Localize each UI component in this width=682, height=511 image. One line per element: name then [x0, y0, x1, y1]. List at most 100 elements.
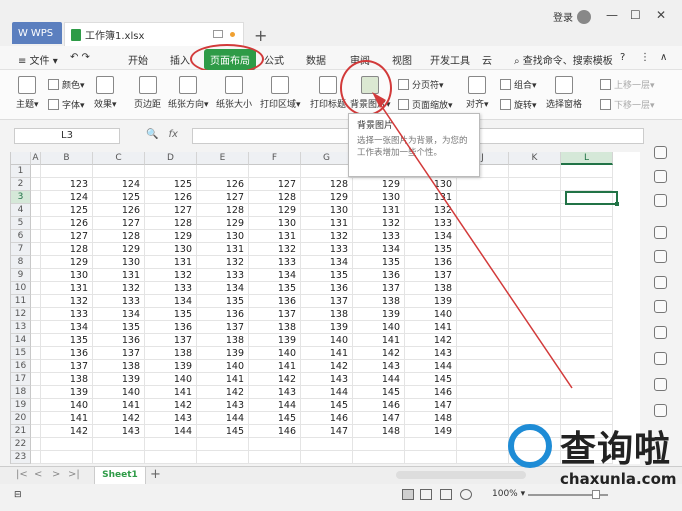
- cell-l4[interactable]: [561, 204, 613, 217]
- cell-f3[interactable]: 128: [249, 191, 301, 204]
- column-header-k[interactable]: K: [509, 152, 561, 165]
- cell-f5[interactable]: 130: [249, 217, 301, 230]
- cell-e16[interactable]: 140: [197, 360, 249, 373]
- cell-c11[interactable]: 133: [93, 295, 145, 308]
- cell-c17[interactable]: 139: [93, 373, 145, 386]
- wps-home-tab[interactable]: W WPS: [12, 22, 62, 44]
- cell-c14[interactable]: 136: [93, 334, 145, 347]
- tab-data[interactable]: 数据: [306, 52, 326, 67]
- cell-h11[interactable]: 138: [353, 295, 405, 308]
- tab-developer[interactable]: 开发工具: [430, 52, 470, 67]
- cell-a3[interactable]: [31, 191, 41, 204]
- cell-c3[interactable]: 125: [93, 191, 145, 204]
- row-header-16[interactable]: 16: [11, 360, 31, 373]
- cell-k13[interactable]: [509, 321, 561, 334]
- row-header-6[interactable]: 6: [11, 230, 31, 243]
- cell-f16[interactable]: 141: [249, 360, 301, 373]
- cell-l10[interactable]: [561, 282, 613, 295]
- cell-a20[interactable]: [31, 412, 41, 425]
- cell-h7[interactable]: 134: [353, 243, 405, 256]
- cell-j3[interactable]: [457, 191, 509, 204]
- row-header-21[interactable]: 21: [11, 425, 31, 438]
- cell-f10[interactable]: 135: [249, 282, 301, 295]
- cell-j22[interactable]: [457, 438, 509, 451]
- cell-d10[interactable]: 133: [145, 282, 197, 295]
- row-header-3[interactable]: 3: [11, 191, 31, 204]
- cell-j4[interactable]: [457, 204, 509, 217]
- cell-a6[interactable]: [31, 230, 41, 243]
- tab-cloud[interactable]: 云: [482, 52, 492, 67]
- cell-d4[interactable]: 127: [145, 204, 197, 217]
- cursor-icon[interactable]: [654, 146, 667, 159]
- cell-k12[interactable]: [509, 308, 561, 321]
- cell-a8[interactable]: [31, 256, 41, 269]
- login-button[interactable]: 登录: [553, 9, 591, 24]
- cell-g23[interactable]: [301, 451, 353, 464]
- cell-i16[interactable]: 144: [405, 360, 457, 373]
- cell-e22[interactable]: [197, 438, 249, 451]
- cell-l11[interactable]: [561, 295, 613, 308]
- cell-k5[interactable]: [509, 217, 561, 230]
- zoom-icon[interactable]: 🔍: [146, 129, 158, 140]
- apps-icon[interactable]: [654, 404, 667, 417]
- page-break-view-icon[interactable]: [440, 489, 452, 500]
- cell-c18[interactable]: 140: [93, 386, 145, 399]
- cell-k1[interactable]: [509, 165, 561, 178]
- cell-h17[interactable]: 144: [353, 373, 405, 386]
- column-header-e[interactable]: E: [197, 152, 249, 165]
- cell-c8[interactable]: 130: [93, 256, 145, 269]
- cell-e15[interactable]: 139: [197, 347, 249, 360]
- cell-f2[interactable]: 127: [249, 178, 301, 191]
- cell-j15[interactable]: [457, 347, 509, 360]
- cell-c1[interactable]: [93, 165, 145, 178]
- cell-e7[interactable]: 131: [197, 243, 249, 256]
- cell-b19[interactable]: 140: [41, 399, 93, 412]
- cell-f1[interactable]: [249, 165, 301, 178]
- cell-g5[interactable]: 131: [301, 217, 353, 230]
- cell-b16[interactable]: 137: [41, 360, 93, 373]
- row-header-11[interactable]: 11: [11, 295, 31, 308]
- cell-e1[interactable]: [197, 165, 249, 178]
- cell-d23[interactable]: [145, 451, 197, 464]
- cell-b9[interactable]: 130: [41, 269, 93, 282]
- cell-h16[interactable]: 143: [353, 360, 405, 373]
- cell-l14[interactable]: [561, 334, 613, 347]
- cell-g18[interactable]: 144: [301, 386, 353, 399]
- cell-e17[interactable]: 141: [197, 373, 249, 386]
- cell-i18[interactable]: 146: [405, 386, 457, 399]
- cell-g8[interactable]: 134: [301, 256, 353, 269]
- cell-e13[interactable]: 137: [197, 321, 249, 334]
- cell-i19[interactable]: 147: [405, 399, 457, 412]
- cell-d15[interactable]: 138: [145, 347, 197, 360]
- cell-j13[interactable]: [457, 321, 509, 334]
- cell-b22[interactable]: [41, 438, 93, 451]
- cell-a12[interactable]: [31, 308, 41, 321]
- cell-e19[interactable]: 143: [197, 399, 249, 412]
- cell-b18[interactable]: 139: [41, 386, 93, 399]
- cell-a7[interactable]: [31, 243, 41, 256]
- cell-j21[interactable]: [457, 425, 509, 438]
- cell-b7[interactable]: 128: [41, 243, 93, 256]
- cell-l12[interactable]: [561, 308, 613, 321]
- cell-l8[interactable]: [561, 256, 613, 269]
- cell-f11[interactable]: 136: [249, 295, 301, 308]
- cell-f23[interactable]: [249, 451, 301, 464]
- row-header-18[interactable]: 18: [11, 386, 31, 399]
- cell-d8[interactable]: 131: [145, 256, 197, 269]
- cell-b2[interactable]: 123: [41, 178, 93, 191]
- cell-l1[interactable]: [561, 165, 613, 178]
- rotate-button[interactable]: 旋转▾: [500, 98, 537, 111]
- cell-e4[interactable]: 128: [197, 204, 249, 217]
- cell-a11[interactable]: [31, 295, 41, 308]
- cell-k4[interactable]: [509, 204, 561, 217]
- cell-k7[interactable]: [509, 243, 561, 256]
- cell-a15[interactable]: [31, 347, 41, 360]
- cell-i5[interactable]: 133: [405, 217, 457, 230]
- cell-e2[interactable]: 126: [197, 178, 249, 191]
- cell-k6[interactable]: [509, 230, 561, 243]
- cell-i15[interactable]: 143: [405, 347, 457, 360]
- cell-c16[interactable]: 138: [93, 360, 145, 373]
- cell-e11[interactable]: 135: [197, 295, 249, 308]
- cell-f12[interactable]: 137: [249, 308, 301, 321]
- cell-d13[interactable]: 136: [145, 321, 197, 334]
